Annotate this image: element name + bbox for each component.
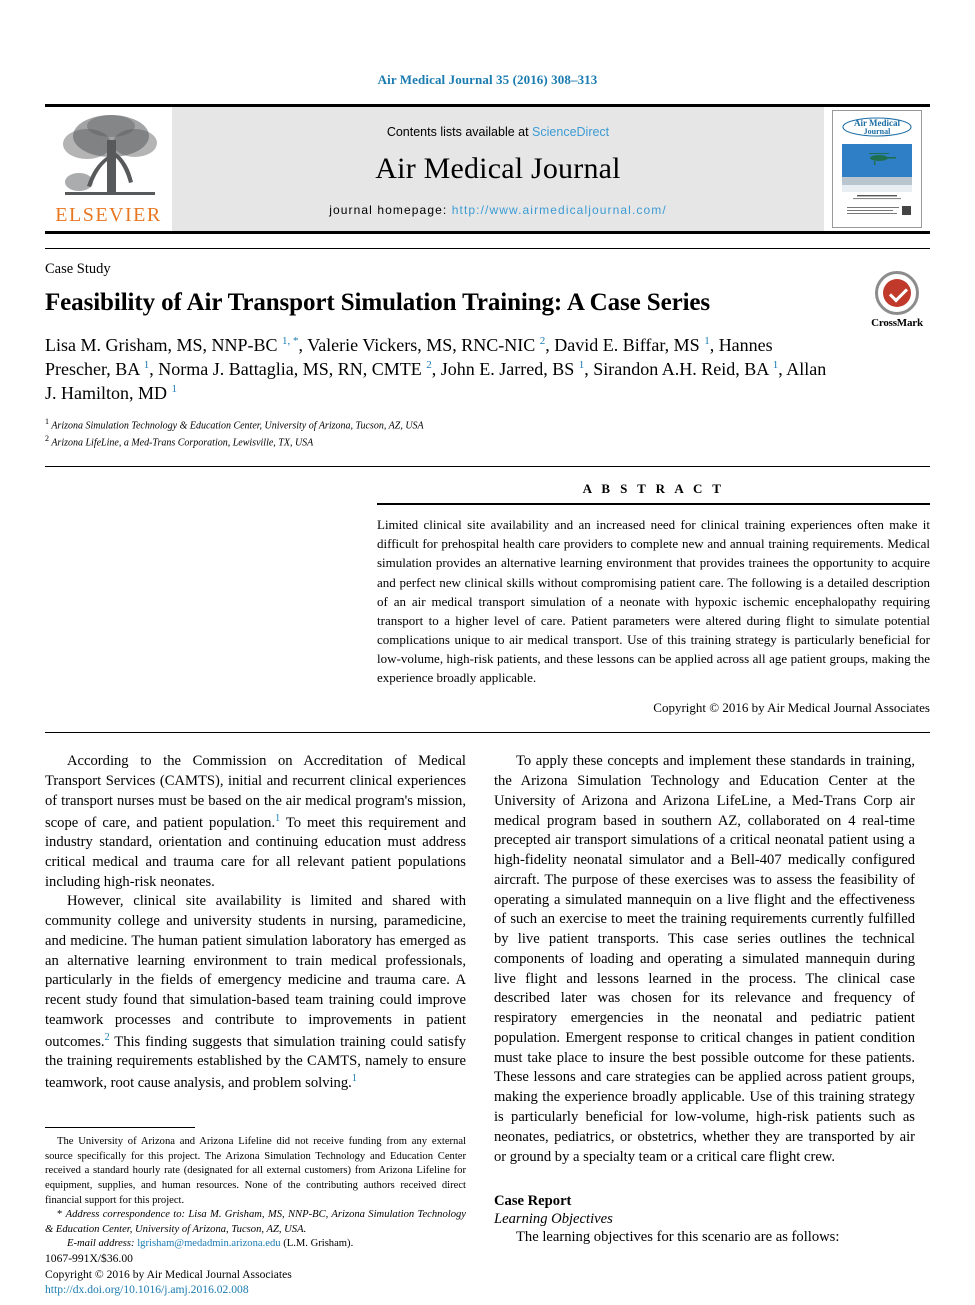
publisher-copyright: Copyright © 2016 by Air Medical Journal … [45, 1267, 292, 1281]
contents-prefix: Contents lists available at [386, 125, 533, 139]
elsevier-logo: ELSEVIER [45, 107, 172, 231]
footnotes: The University of Arizona and Arizona Li… [45, 1127, 466, 1252]
abstract-label: A B S T R A C T [582, 481, 725, 497]
article-body: According to the Commission on Accredita… [45, 752, 930, 1296]
sciencedirect-link[interactable]: ScienceDirect [532, 125, 609, 139]
homepage-prefix: journal homepage: [329, 203, 452, 217]
body-column-left: According to the Commission on Accredita… [45, 752, 466, 1296]
article-header: CrossMark Case Study Feasibility of Air … [45, 248, 930, 450]
abstract-body-column: A B S T R A C T Limited clinical site av… [377, 481, 930, 716]
journal-cover-thumbnail: Air Medical Journal [832, 110, 922, 228]
journal-homepage-link[interactable]: http://www.airmedicaljournal.com/ [452, 203, 667, 217]
abstract-rule [377, 503, 930, 506]
running-head: Air Medical Journal 35 (2016) 308–313 [377, 72, 598, 87]
affiliation-2: 2 Arizona LifeLine, a Med-Trans Corporat… [45, 433, 314, 449]
contents-list-line: Contents lists available at ScienceDirec… [387, 125, 609, 139]
paragraph-intro-1: According to the Commission on Accredita… [45, 753, 466, 890]
affiliations: 1 Arizona Simulation Technology & Educat… [45, 416, 930, 451]
abstract-bottom-rule [45, 732, 930, 734]
affiliation-1: 1 Arizona Simulation Technology & Educat… [45, 416, 424, 431]
abstract-section: A B S T R A C T Limited clinical site av… [45, 466, 930, 716]
body-column-right: To apply these concepts and implement th… [494, 752, 915, 1248]
footnote-correspondence: * Address correspondence to: Lisa M. Gri… [45, 1209, 466, 1235]
heading-learning-objectives: Learning Objectives [494, 1211, 613, 1228]
journal-masthead: ELSEVIER Contents lists available at Sci… [45, 104, 930, 234]
email-link[interactable]: lgrisham@medadmin.arizona.edu [137, 1238, 280, 1249]
affiliation-2-text: Arizona LifeLine, a Med-Trans Corporatio… [51, 437, 314, 449]
crossmark-icon [875, 271, 919, 315]
email-label: E-mail address: [67, 1238, 135, 1250]
journal-homepage-line: journal homepage: http://www.airmedicalj… [329, 203, 667, 217]
page-title: Feasibility of Air Transport Simulation … [45, 289, 711, 316]
crossmark-label: CrossMark [871, 317, 923, 329]
abstract-text: Limited clinical site availability and a… [377, 517, 930, 686]
article-type: Case Study [45, 261, 111, 277]
heading-case-report: Case Report [494, 1193, 572, 1210]
journal-title: Air Medical Journal [375, 152, 621, 185]
abstract-keywords-column [45, 481, 377, 716]
doi-link[interactable]: http://dx.doi.org/10.1016/j.amj.2016.02.… [45, 1282, 466, 1297]
paragraph-intro-3: To apply these concepts and implement th… [494, 753, 915, 1165]
elsevier-tree-icon [62, 115, 157, 195]
email-attribution: (L.M. Grisham). [283, 1238, 354, 1250]
footnote-rule [45, 1127, 195, 1129]
journal-band: Contents lists available at ScienceDirec… [172, 107, 824, 231]
journal-cover: Air Medical Journal [824, 107, 930, 231]
elsevier-wordmark: ELSEVIER [55, 204, 162, 226]
affiliation-1-text: Arizona Simulation Technology & Educatio… [51, 419, 424, 431]
footnote-funding: The University of Arizona and Arizona Li… [45, 1136, 466, 1206]
article-page: Air Medical Journal 35 (2016) 308–313 EL… [0, 0, 975, 1305]
svg-text:Journal: Journal [864, 127, 891, 136]
author-list: Lisa M. Grisham, MS, NNP-BC 1, *, Valeri… [45, 334, 827, 403]
publisher-info: 1067-991X/$36.00 Copyright © 2016 by Air… [45, 1251, 466, 1297]
paragraph-intro-2: However, clinical site availability is l… [45, 893, 466, 1092]
issn-line: 1067-991X/$36.00 [45, 1252, 133, 1266]
abstract-copyright: Copyright © 2016 by Air Medical Journal … [653, 700, 930, 716]
crossmark-badge[interactable]: CrossMark [864, 271, 930, 329]
footnote-email: E-mail address: lgrisham@medadmin.arizon… [45, 1237, 466, 1252]
paragraph-learning-objectives: The learning objectives for this scenari… [516, 1229, 840, 1246]
